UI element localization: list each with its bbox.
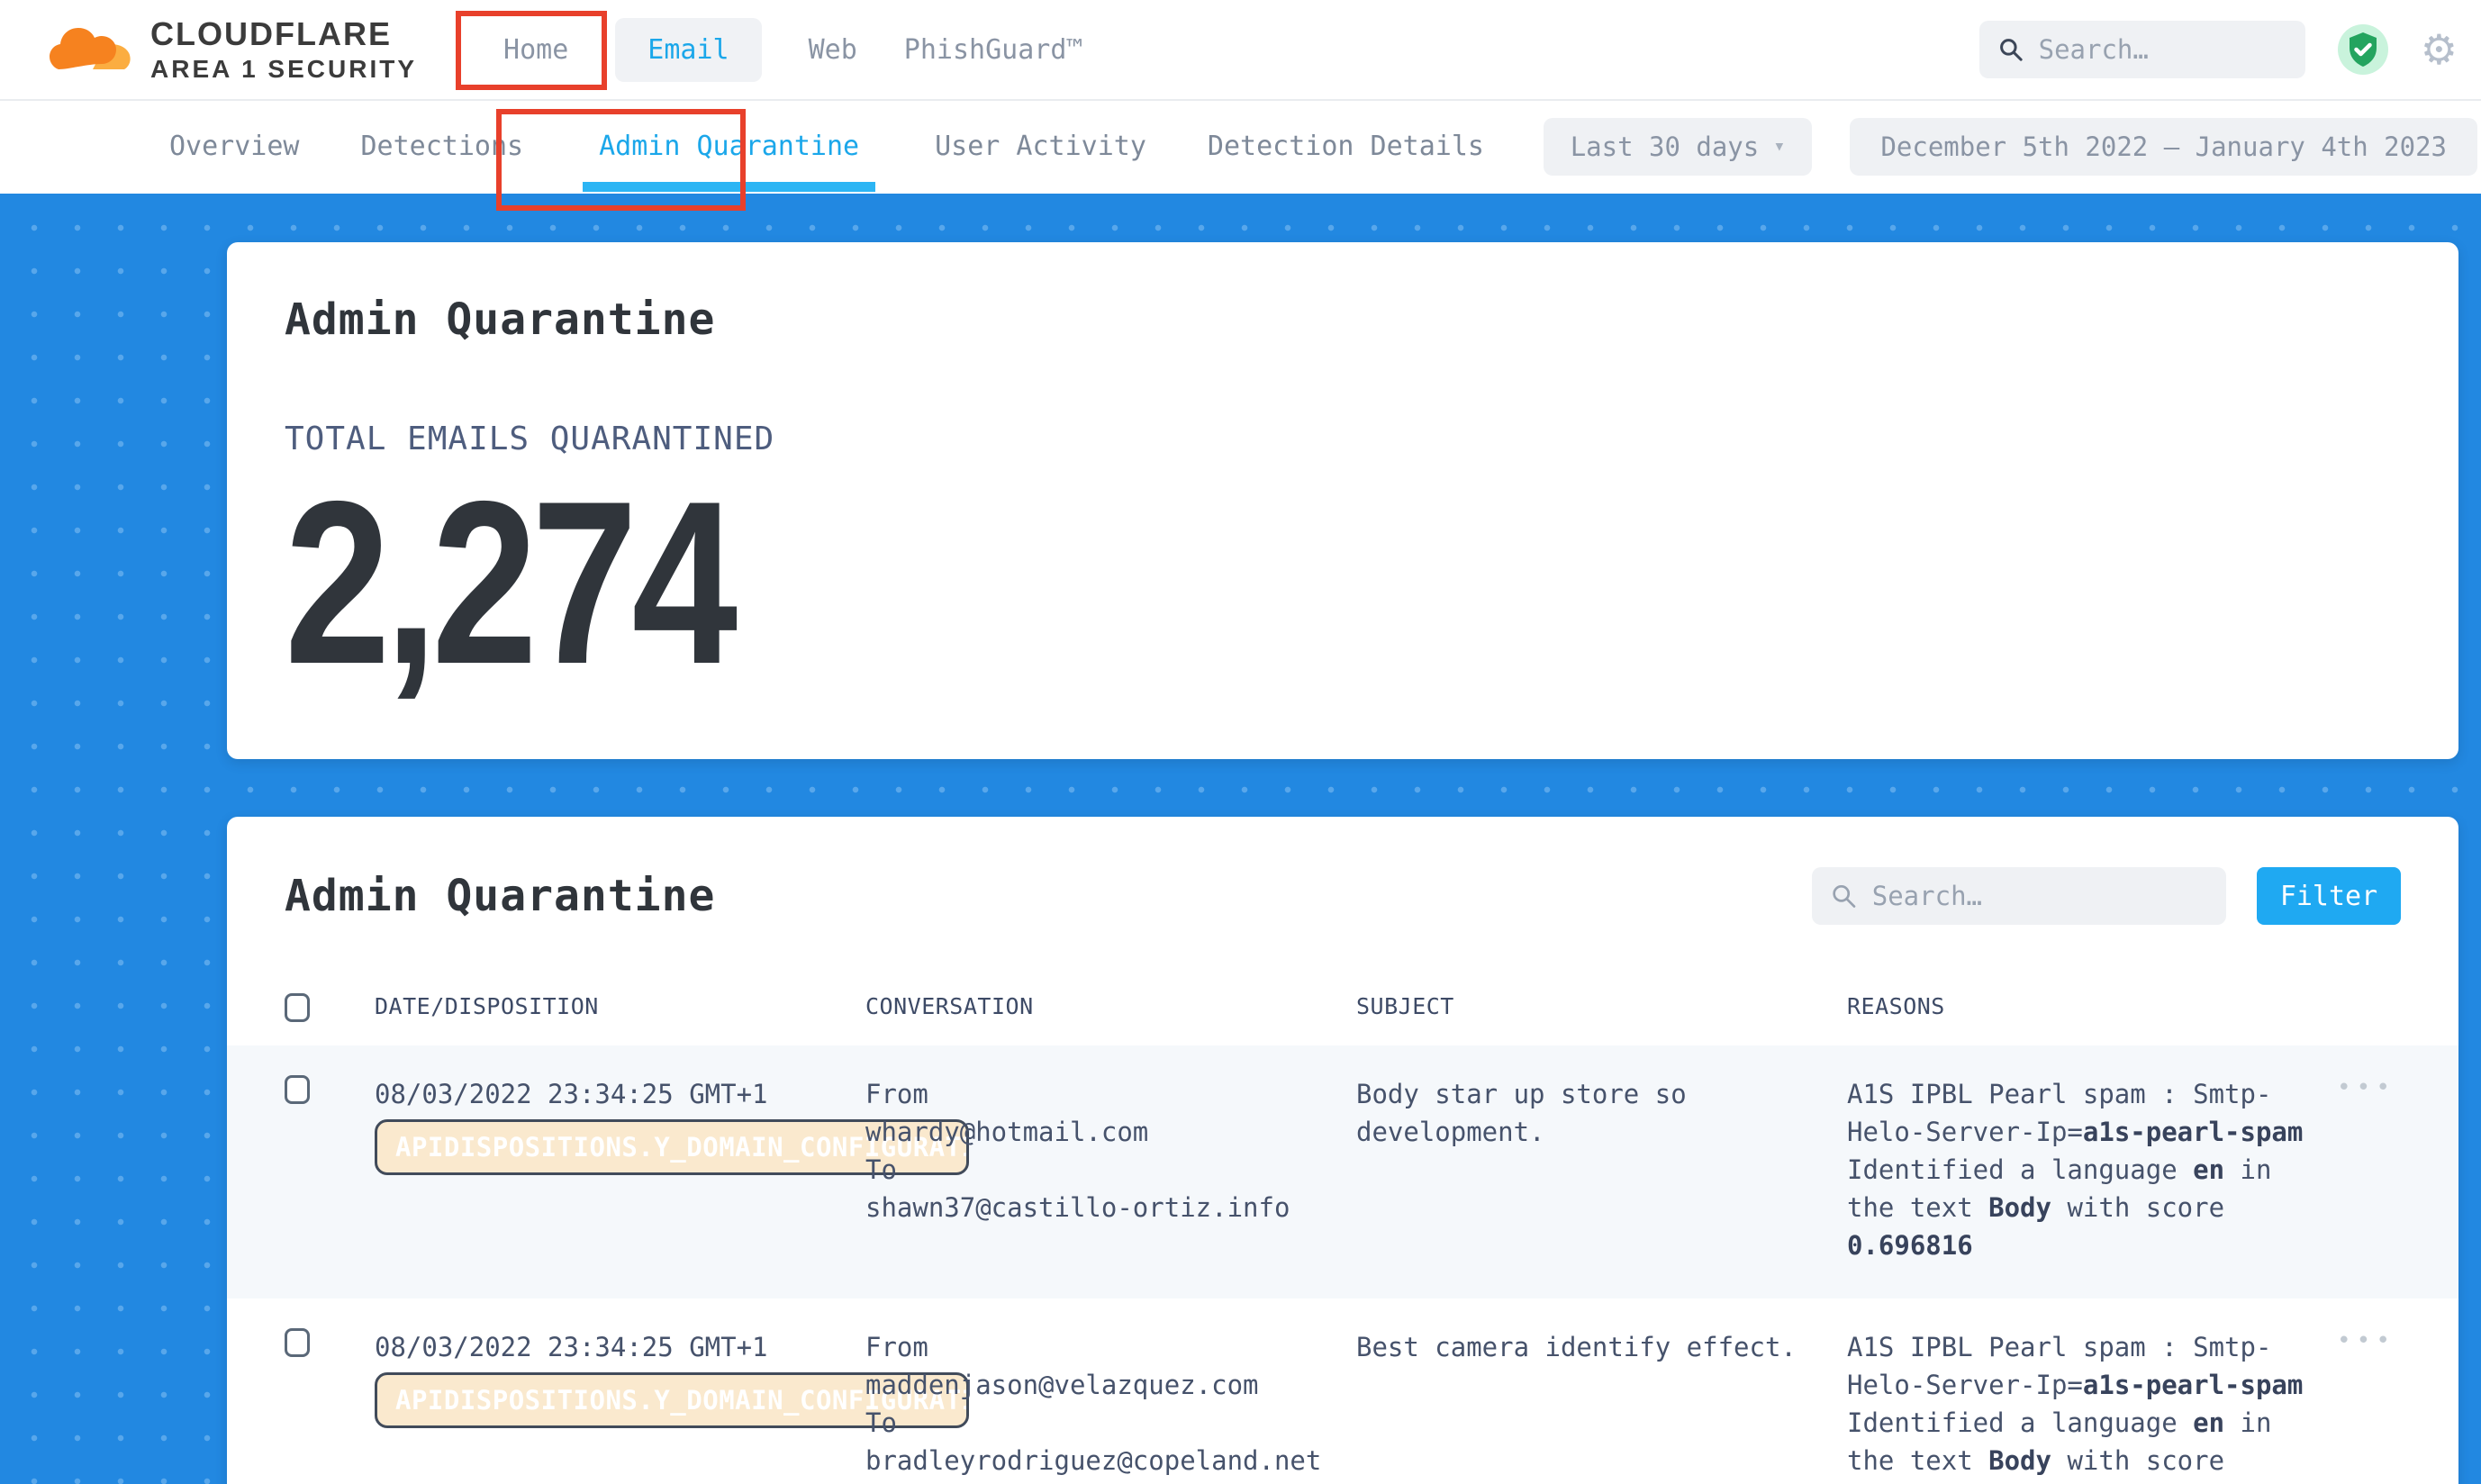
table-search[interactable] <box>1812 867 2226 925</box>
row-subject: Body star up store so development. <box>1356 1075 1847 1151</box>
column-header-reasons: REASONS <box>1847 993 2311 1019</box>
from-label: From <box>865 1075 1356 1113</box>
date-range-value: December 5th 2022 — January 4th 2023 <box>1880 131 2447 162</box>
protection-status-badge[interactable] <box>2338 24 2388 75</box>
column-header-subject: SUBJECT <box>1356 993 1847 1019</box>
select-all-checkbox[interactable] <box>285 993 310 1022</box>
search-icon <box>1999 36 2023 63</box>
quarantine-table-card: Admin Quarantine Filter DATE/DISPOSITION… <box>227 817 2458 1484</box>
table-row: 08/03/2022 23:34:25 GMT+1 From whardy@ho… <box>227 1045 2458 1298</box>
search-icon <box>1832 882 1856 909</box>
row-actions-menu[interactable]: ••• <box>2337 1328 2395 1353</box>
shield-check-icon <box>2348 32 2378 67</box>
row-date: 08/03/2022 23:34:25 GMT+1 <box>375 1075 865 1113</box>
to-label: To <box>865 1151 1356 1189</box>
chevron-down-icon: ▾ <box>1773 135 1785 158</box>
top-bar: CLOUDFLARE AREA 1 SECURITY Home Email We… <box>0 0 2481 101</box>
tab-detection-details[interactable]: Detection Details <box>1206 101 1486 192</box>
tab-detections[interactable]: Detections <box>359 101 526 192</box>
column-header-conversation: CONVERSATION <box>865 993 1356 1019</box>
from-address: maddenjason@velazquez.com <box>865 1366 1356 1404</box>
nav-item-web[interactable]: Web <box>809 34 857 66</box>
row-checkbox[interactable] <box>285 1328 310 1357</box>
row-date: 08/03/2022 23:34:25 GMT+1 <box>375 1328 865 1366</box>
column-header-date: DATE/DISPOSITION <box>375 993 865 1019</box>
row-reasons: A1S IPBL Pearl spam : Smtp-Helo-Server-I… <box>1847 1328 2311 1484</box>
from-label: From <box>865 1328 1356 1366</box>
row-reasons: A1S IPBL Pearl spam : Smtp-Helo-Server-I… <box>1847 1075 2311 1264</box>
page-background: Admin Quarantine TOTAL EMAILS QUARANTINE… <box>0 194 2481 1484</box>
nav-item-phishguard[interactable]: PhishGuard™ <box>904 34 1083 66</box>
top-nav: Home Email Web PhishGuard™ <box>503 18 1082 82</box>
time-range-label: Last 30 days <box>1571 131 1760 162</box>
nav-item-email[interactable]: Email <box>615 18 761 82</box>
summary-card: Admin Quarantine TOTAL EMAILS QUARANTINE… <box>227 242 2458 759</box>
tab-admin-quarantine[interactable]: Admin Quarantine <box>583 101 875 192</box>
cloudflare-cloud-icon <box>50 22 136 77</box>
row-checkbox[interactable] <box>285 1075 310 1104</box>
table-card-title: Admin Quarantine <box>285 871 715 921</box>
from-address: whardy@hotmail.com <box>865 1113 1356 1151</box>
settings-gear-icon[interactable]: ⚙ <box>2421 29 2458 70</box>
email-sub-nav: Overview Detections Admin Quarantine Use… <box>0 101 2481 192</box>
nav-item-home[interactable]: Home <box>503 34 568 66</box>
brand-logo: CLOUDFLARE AREA 1 SECURITY <box>50 15 417 84</box>
tab-overview[interactable]: Overview <box>168 101 302 192</box>
filter-button[interactable]: Filter <box>2257 867 2401 925</box>
tab-user-activity[interactable]: User Activity <box>933 101 1148 192</box>
to-label: To <box>865 1404 1356 1442</box>
to-address: bradleyrodriguez@copeland.net <box>865 1442 1356 1479</box>
brand-name: CLOUDFLARE <box>150 15 417 53</box>
table-search-input[interactable] <box>1872 881 2206 911</box>
date-range-field[interactable]: December 5th 2022 — January 4th 2023 <box>1850 118 2477 176</box>
global-search-input[interactable] <box>2039 34 2286 65</box>
metric-value: 2,274 <box>285 461 2020 705</box>
row-subject: Best camera identify effect. <box>1356 1328 1847 1366</box>
time-range-dropdown[interactable]: Last 30 days ▾ <box>1544 118 1813 176</box>
table-header-row: DATE/DISPOSITION CONVERSATION SUBJECT RE… <box>227 975 2458 1045</box>
summary-card-title: Admin Quarantine <box>285 294 2401 345</box>
row-actions-menu[interactable]: ••• <box>2337 1075 2395 1100</box>
table-row: 08/03/2022 23:34:25 GMT+1 From maddenjas… <box>227 1298 2458 1484</box>
global-search[interactable] <box>1979 21 2305 78</box>
to-address: shawn37@castillo-ortiz.info <box>865 1189 1356 1226</box>
brand-subtitle: AREA 1 SECURITY <box>150 55 417 84</box>
